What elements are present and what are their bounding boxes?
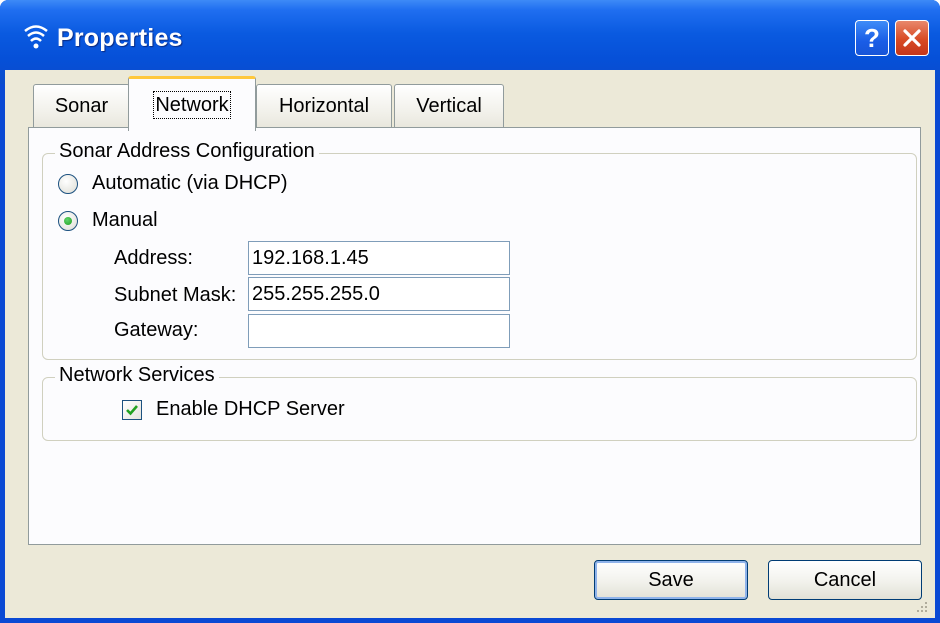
help-button[interactable]: ? — [855, 20, 889, 56]
gateway-label: Gateway: — [114, 319, 199, 341]
tab-horizontal-label: Horizontal — [278, 95, 370, 117]
network-services-legend: Network Services — [55, 364, 219, 387]
gateway-field[interactable] — [248, 314, 510, 348]
radio-selected-dot — [64, 217, 72, 225]
window-title: Properties — [57, 24, 183, 52]
network-tab-panel: Sonar Address Configuration Automatic (v… — [28, 127, 921, 545]
manual-radio-label[interactable]: Manual — [92, 209, 158, 232]
properties-window: Properties ? Sonar Network Horizontal Ve… — [0, 0, 940, 623]
address-label: Address: — [114, 247, 193, 269]
address-field[interactable]: 192.168.1.45 — [248, 241, 510, 275]
tab-network-label: Network — [153, 91, 231, 119]
automatic-radio-label[interactable]: Automatic (via DHCP) — [92, 172, 288, 195]
close-icon — [903, 29, 921, 47]
subnet-mask-label: Subnet Mask: — [114, 284, 237, 306]
tab-sonar-label: Sonar — [54, 95, 109, 117]
sonar-address-legend: Sonar Address Configuration — [55, 140, 319, 163]
resize-grip-icon[interactable] — [915, 600, 929, 614]
enable-dhcp-label[interactable]: Enable DHCP Server — [156, 398, 345, 421]
tab-network[interactable]: Network — [128, 76, 256, 131]
enable-dhcp-checkbox[interactable] — [122, 400, 142, 420]
close-button[interactable] — [895, 20, 929, 56]
tab-sonar[interactable]: Sonar — [33, 84, 130, 128]
checkmark-icon — [126, 405, 138, 416]
cancel-button[interactable]: Cancel — [768, 560, 922, 600]
tab-vertical-label: Vertical — [416, 95, 482, 117]
tab-vertical[interactable]: Vertical — [394, 84, 504, 128]
dialog-client-area: Sonar Network Horizontal Vertical Sonar … — [5, 70, 935, 618]
tab-horizontal[interactable]: Horizontal — [256, 84, 392, 128]
automatic-radio[interactable] — [58, 174, 78, 194]
sonar-waves-icon — [24, 25, 48, 49]
sonar-address-group: Sonar Address Configuration Automatic (v… — [42, 140, 917, 360]
manual-radio[interactable] — [58, 211, 78, 231]
subnet-mask-field[interactable]: 255.255.255.0 — [248, 277, 510, 311]
network-services-group: Network Services Enable DHCP Server — [42, 364, 917, 441]
save-button[interactable]: Save — [594, 560, 748, 600]
